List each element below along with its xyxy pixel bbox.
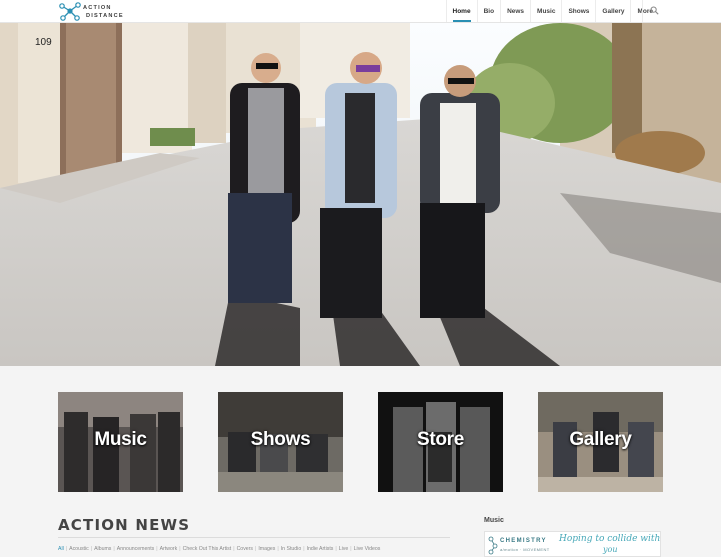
promo-script-line2: you — [603, 545, 618, 554]
category-in-studio[interactable]: In Studio — [281, 546, 301, 552]
promo-brand: CHEMISTRY — [500, 538, 547, 544]
tile-gallery[interactable]: Gallery — [538, 392, 663, 492]
category-live[interactable]: Live — [339, 546, 349, 552]
nav-item-gallery-label: Gallery — [602, 8, 625, 15]
tile-store-label: Store — [416, 429, 465, 450]
news-divider — [58, 537, 450, 538]
nav-item-news[interactable]: News — [500, 0, 530, 22]
category-images[interactable]: Images — [258, 546, 275, 552]
tile-gallery-label: Gallery — [569, 429, 632, 450]
nav-item-gallery[interactable]: Gallery — [595, 0, 630, 22]
building-number: 109 — [35, 37, 52, 48]
category-albums[interactable]: Albums — [94, 546, 111, 552]
nav-item-home[interactable]: Home — [445, 0, 477, 22]
nav-item-music[interactable]: Music — [530, 0, 561, 22]
news-category-filter: All | Acoustic | Albums | Announcements | Artwor… — [58, 546, 450, 557]
tile-store[interactable]: Store — [378, 392, 503, 492]
news-section-title: ACTION NEWS — [58, 516, 191, 534]
category-artwork[interactable]: Artwork — [160, 546, 178, 552]
category-live-videos[interactable]: Live Videos — [354, 546, 381, 552]
nav-item-home-label: Home — [452, 8, 471, 22]
category-covers[interactable]: Covers — [237, 546, 253, 552]
tile-music-label: Music — [94, 429, 147, 450]
category-acoustic[interactable]: Acoustic — [69, 546, 89, 552]
nav-item-bio[interactable]: Bio — [476, 0, 500, 22]
nav-item-news-label: News — [507, 8, 525, 15]
sidebar-widget-title: Music — [484, 517, 504, 524]
promo-script-line1: Hoping to collide with — [559, 534, 661, 544]
search-button[interactable] — [642, 0, 667, 22]
category-check-out-this-artist[interactable]: Check Out This Artist — [183, 546, 232, 552]
site-header: ACTION DISTANCE Home Bio News Music Show… — [0, 0, 721, 23]
hero-banner: 109 — [0, 23, 721, 366]
nav-item-music-label: Music — [537, 8, 556, 15]
category-announcements[interactable]: Announcements — [117, 546, 155, 552]
tile-music[interactable]: Music — [58, 392, 183, 492]
tile-shows-label: Shows — [250, 429, 311, 450]
nav-item-shows[interactable]: Shows — [561, 0, 595, 22]
logo-text-action: ACTION — [83, 5, 112, 11]
search-icon — [650, 6, 659, 15]
logo-network-icon — [59, 2, 81, 21]
nav-item-shows-label: Shows — [568, 8, 590, 15]
category-all[interactable]: All — [58, 546, 64, 552]
promo-subtitle: a/motion · MOVEMENT — [500, 547, 550, 552]
logo-text-distance: DISTANCE — [86, 13, 124, 19]
tile-shows[interactable]: Shows — [218, 392, 343, 492]
music-promo-banner[interactable]: CHEMISTRY a/motion · MOVEMENT Hoping to … — [484, 531, 661, 557]
category-indie-artists[interactable]: Indie Artists — [307, 546, 334, 552]
site-logo[interactable]: ACTION DISTANCE — [58, 2, 123, 21]
hero-band-photo: 109 — [0, 23, 721, 366]
nav-item-bio-label: Bio — [483, 8, 495, 15]
molecule-icon — [488, 536, 498, 555]
main-nav: Home Bio News Music Shows Gallery More — [445, 0, 659, 22]
